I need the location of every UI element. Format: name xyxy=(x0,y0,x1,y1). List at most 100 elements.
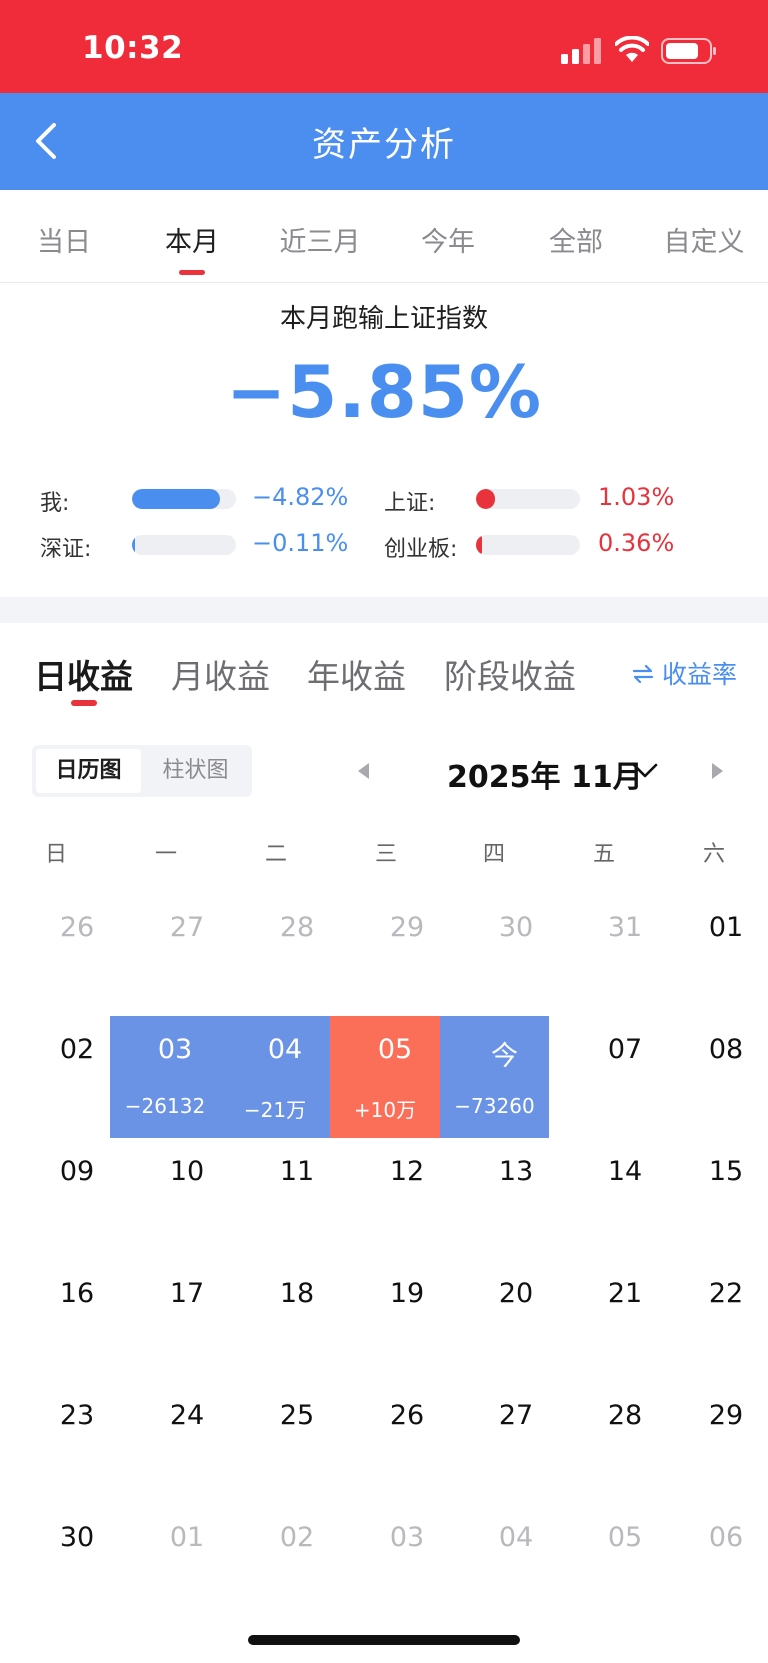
day-number: 27 xyxy=(498,1400,534,1431)
calendar-view-option[interactable]: 日历图 xyxy=(36,749,141,793)
calendar-day-profit-loss[interactable]: 05 +10万 xyxy=(330,1016,440,1138)
calendar-day[interactable]: 15 xyxy=(680,1138,768,1260)
day-number: 06 xyxy=(708,1522,744,1553)
day-number: 25 xyxy=(279,1400,315,1431)
day-pl-value: −21万 xyxy=(243,1098,307,1122)
tab-yearly-earnings[interactable]: 年收益 xyxy=(307,650,406,698)
month-selector[interactable]: 2025年 11月 xyxy=(447,752,643,796)
calendar-day[interactable]: 26 xyxy=(352,1382,462,1504)
day-number: 02 xyxy=(279,1522,315,1553)
calendar-day-profit-loss[interactable]: 04 −21万 xyxy=(220,1016,330,1138)
bar-chart-view-option[interactable]: 柱状图 xyxy=(143,749,248,793)
calendar-day[interactable]: 27 xyxy=(461,1382,571,1504)
calendar-day[interactable]: 30 xyxy=(22,1504,132,1626)
weekday-label: 三 xyxy=(374,842,397,867)
calendar-day[interactable]: 12 xyxy=(352,1138,462,1260)
day-pl-value: −26132 xyxy=(124,1094,206,1118)
day-number: 19 xyxy=(389,1278,425,1309)
day-number: 03 xyxy=(389,1522,425,1553)
calendar-day[interactable]: 10 xyxy=(132,1138,242,1260)
status-bar: 10:32 xyxy=(0,0,768,93)
day-number: 30 xyxy=(59,1522,95,1553)
asset-analysis-screen: 10:32 资产分析 当日 本月 近三月 今年 全部 自定义 本月跑输上证指数 … xyxy=(0,0,768,1663)
tab-label: 自定义 xyxy=(663,227,745,258)
tab-label: 近三月 xyxy=(279,227,361,258)
comparison-bar-fill xyxy=(132,535,135,555)
calendar-day-profit-loss[interactable]: 03 −26132 xyxy=(110,1016,220,1138)
calendar-day[interactable]: 01 xyxy=(132,1504,242,1626)
calendar-day[interactable]: 04 xyxy=(461,1504,571,1626)
calendar-day[interactable]: 08 xyxy=(680,1016,768,1138)
comparison-value: 0.36% xyxy=(598,529,675,557)
view-toggle: 日历图 柱状图 xyxy=(32,745,252,797)
day-number: 01 xyxy=(708,912,744,943)
next-month-icon[interactable] xyxy=(708,760,726,782)
comparison-shanghai: 上证: 1.03% xyxy=(384,481,704,516)
comparison-bar xyxy=(476,489,580,509)
day-number: 09 xyxy=(59,1156,95,1187)
day-number: 28 xyxy=(279,912,315,943)
calendar-day[interactable]: 17 xyxy=(132,1260,242,1382)
prev-month-icon[interactable] xyxy=(355,760,373,782)
rate-label: 收益率 xyxy=(662,660,738,689)
comparison-bar-fill xyxy=(132,489,220,509)
chevron-down-icon[interactable] xyxy=(632,762,658,780)
tab-custom[interactable]: 自定义 xyxy=(640,220,768,259)
weekday-label: 五 xyxy=(592,842,615,867)
calendar-day[interactable]: 20 xyxy=(461,1260,571,1382)
calendar-day[interactable]: 02 xyxy=(242,1504,352,1626)
comparison-bar xyxy=(476,535,580,555)
calendar-day[interactable]: 23 xyxy=(22,1382,132,1504)
tab-three-months[interactable]: 近三月 xyxy=(256,220,384,259)
tab-all[interactable]: 全部 xyxy=(512,220,640,259)
tab-daily-earnings[interactable]: 日收益 xyxy=(34,650,133,706)
calendar-day[interactable]: 09 xyxy=(22,1138,132,1260)
calendar-day[interactable]: 18 xyxy=(242,1260,352,1382)
tab-label: 日收益 xyxy=(34,657,133,696)
tab-today[interactable]: 当日 xyxy=(0,220,128,259)
calendar-day[interactable]: 29 xyxy=(680,1382,768,1504)
day-number: 27 xyxy=(169,912,205,943)
calendar-day[interactable]: 16 xyxy=(22,1260,132,1382)
wifi-icon xyxy=(615,36,649,62)
calendar-day[interactable]: 29 xyxy=(352,894,462,1016)
calendar-day[interactable]: 06 xyxy=(680,1504,768,1626)
day-number: 11 xyxy=(279,1156,315,1187)
calendar-day[interactable]: 24 xyxy=(132,1382,242,1504)
day-number: 01 xyxy=(169,1522,205,1553)
calendar-day[interactable]: 03 xyxy=(352,1504,462,1626)
calendar-day[interactable]: 25 xyxy=(242,1382,352,1504)
comparison-label: 上证: xyxy=(384,491,436,516)
active-tab-indicator xyxy=(70,700,97,706)
active-tab-indicator xyxy=(179,270,205,275)
tab-this-year[interactable]: 今年 xyxy=(384,220,512,259)
rate-toggle-button[interactable]: 收益率 xyxy=(632,655,737,691)
calendar-day[interactable]: 19 xyxy=(352,1260,462,1382)
calendar-day[interactable]: 28 xyxy=(242,894,352,1016)
section-divider xyxy=(0,597,768,623)
day-number: 今 xyxy=(491,1041,518,1072)
tab-label: 本月 xyxy=(165,227,219,258)
day-number: 08 xyxy=(708,1034,744,1065)
calendar-day[interactable]: 11 xyxy=(242,1138,352,1260)
calendar-day[interactable]: 30 xyxy=(461,894,571,1016)
day-number: 10 xyxy=(169,1156,205,1187)
day-number: 15 xyxy=(708,1156,744,1187)
tab-monthly-earnings[interactable]: 月收益 xyxy=(171,650,270,698)
tab-this-month[interactable]: 本月 xyxy=(128,220,256,275)
calendar-day[interactable]: 13 xyxy=(461,1138,571,1260)
tab-stage-earnings[interactable]: 阶段收益 xyxy=(444,650,576,698)
calendar-day[interactable]: 01 xyxy=(680,894,768,1016)
day-number: 16 xyxy=(59,1278,95,1309)
page-title: 资产分析 xyxy=(312,125,456,165)
calendar-day[interactable]: 26 xyxy=(22,894,132,1016)
comparison-bar-fill xyxy=(476,489,495,509)
calendar-day[interactable]: 27 xyxy=(132,894,242,1016)
comparison-shenzhen: 深证: −0.11% xyxy=(40,527,360,562)
performance-subtitle: 本月跑输上证指数 xyxy=(279,304,488,334)
calendar-day[interactable]: 22 xyxy=(680,1260,768,1382)
status-time: 10:32 xyxy=(82,30,184,66)
day-number: 03 xyxy=(157,1034,193,1065)
cellular-signal-icon xyxy=(561,38,601,64)
calendar-day-today[interactable]: 今 −73260 xyxy=(440,1016,549,1138)
